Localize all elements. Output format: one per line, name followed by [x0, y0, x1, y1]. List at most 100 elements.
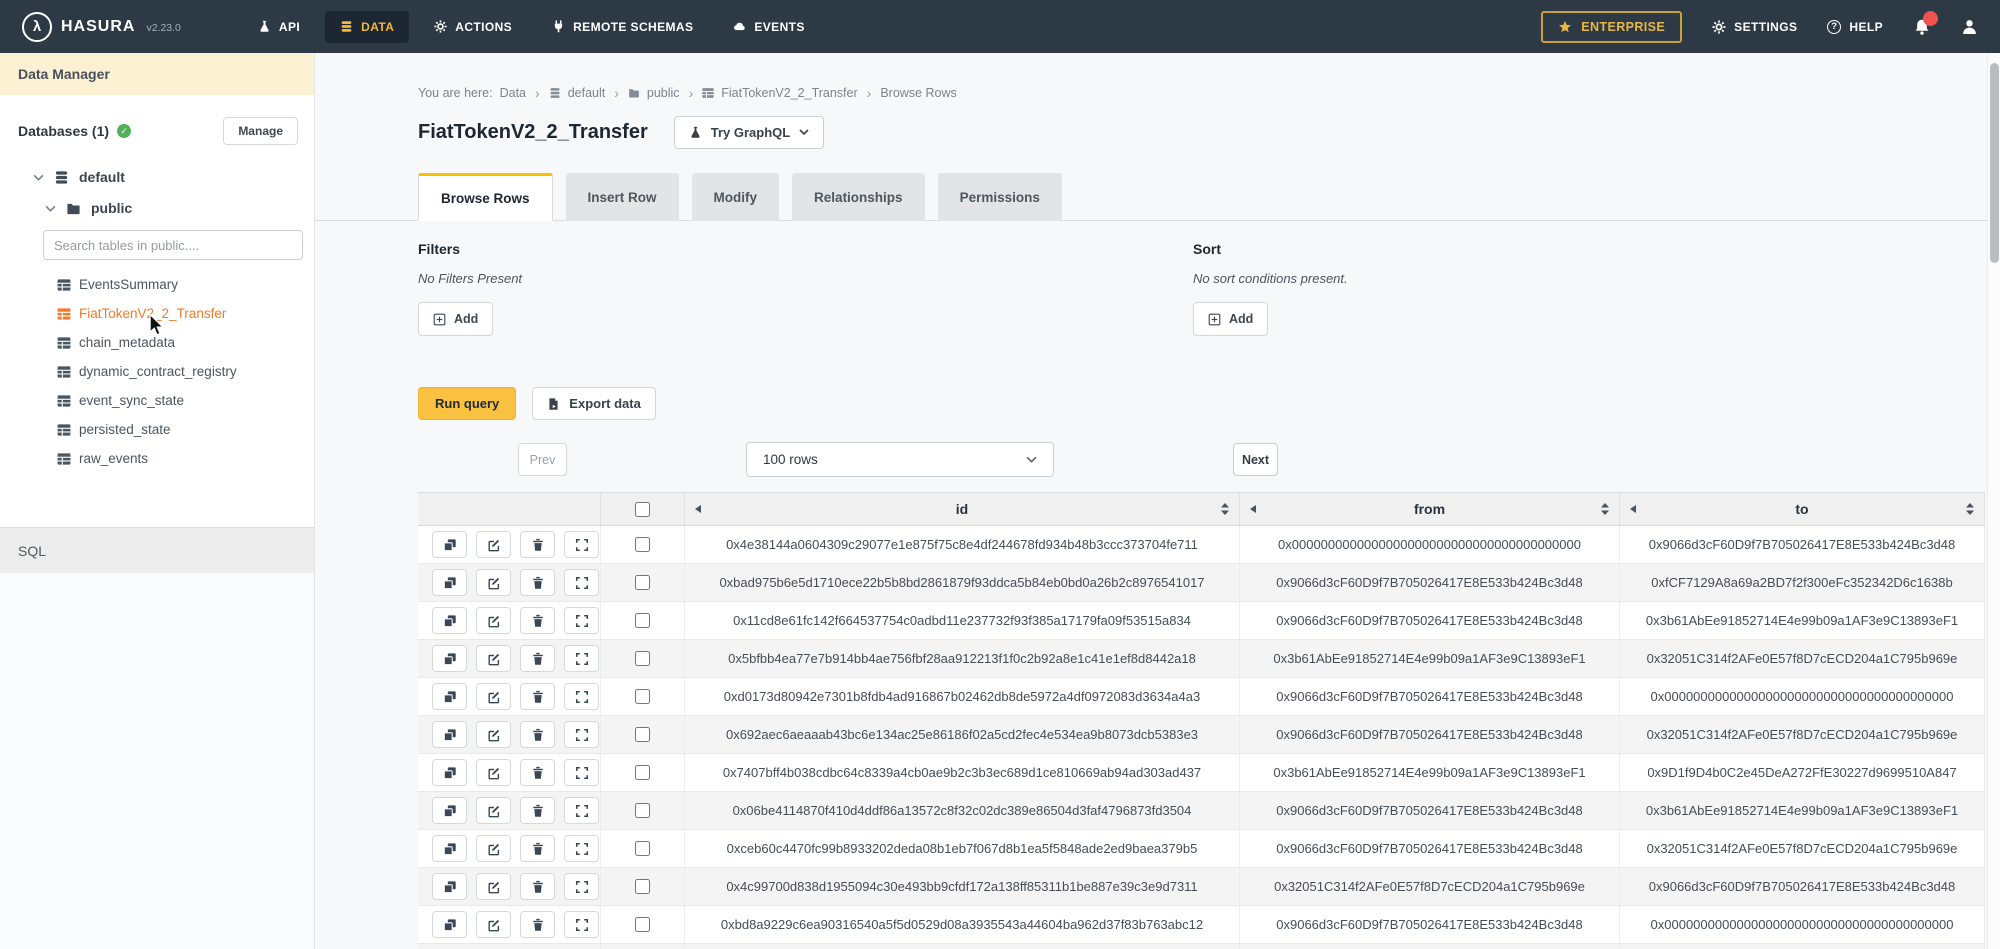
edit-row-button[interactable]	[476, 683, 511, 710]
vertical-scrollbar-thumb[interactable]	[1990, 63, 1999, 263]
expand-row-button[interactable]	[564, 569, 599, 596]
sidebar-sql-section[interactable]: SQL	[0, 527, 314, 573]
delete-row-button[interactable]	[520, 873, 555, 900]
nav-item-remote-schemas[interactable]: REMOTE SCHEMAS	[537, 11, 708, 43]
clone-row-button[interactable]	[432, 873, 467, 900]
sidebar-table-item[interactable]: dynamic_contract_registry	[0, 357, 314, 386]
chevron-down-icon[interactable]	[45, 205, 56, 212]
edit-row-button[interactable]	[476, 607, 511, 634]
notifications-button[interactable]	[1913, 18, 1931, 36]
clone-row-button[interactable]	[432, 759, 467, 786]
sidebar-table-item[interactable]: persisted_state	[0, 415, 314, 444]
delete-row-button[interactable]	[520, 797, 555, 824]
nav-item-events[interactable]: EVENTS	[718, 11, 819, 43]
column-header-to[interactable]: to	[1620, 493, 1985, 525]
manage-button[interactable]: Manage	[223, 117, 298, 145]
clone-row-button[interactable]	[432, 797, 467, 824]
row-checkbox[interactable]	[635, 803, 650, 818]
tab[interactable]: Relationships	[792, 173, 925, 221]
export-data-button[interactable]: Export data	[532, 387, 656, 420]
row-checkbox[interactable]	[635, 917, 650, 932]
nav-item-actions[interactable]: ACTIONS	[419, 11, 527, 43]
row-checkbox[interactable]	[635, 879, 650, 894]
user-icon[interactable]	[1961, 18, 1978, 35]
tab[interactable]: Modify	[692, 173, 780, 221]
row-checkbox[interactable]	[635, 575, 650, 590]
expand-row-button[interactable]	[564, 721, 599, 748]
expand-row-button[interactable]	[564, 645, 599, 672]
vertical-scrollbar-track[interactable]	[1987, 53, 2000, 949]
column-header-id[interactable]: id	[685, 493, 1240, 525]
help-button[interactable]: ? HELP	[1827, 20, 1883, 34]
row-checkbox[interactable]	[635, 841, 650, 856]
edit-row-button[interactable]	[476, 569, 511, 596]
sort-toggle-icon[interactable]	[1966, 503, 1974, 515]
row-checkbox[interactable]	[635, 765, 650, 780]
edit-row-button[interactable]	[476, 721, 511, 748]
row-checkbox[interactable]	[635, 689, 650, 704]
delete-row-button[interactable]	[520, 569, 555, 596]
run-query-button[interactable]: Run query	[418, 387, 516, 420]
expand-row-button[interactable]	[564, 835, 599, 862]
clone-row-button[interactable]	[432, 911, 467, 938]
hasura-logo[interactable]: λ HASURA v2.23.0	[22, 12, 181, 42]
delete-row-button[interactable]	[520, 531, 555, 558]
expand-row-button[interactable]	[564, 759, 599, 786]
delete-row-button[interactable]	[520, 645, 555, 672]
clone-row-button[interactable]	[432, 683, 467, 710]
enterprise-button[interactable]: ENTERPRISE	[1541, 11, 1682, 43]
sidebar-table-item[interactable]: raw_events	[0, 444, 314, 473]
collapse-column-icon[interactable]	[695, 505, 701, 513]
delete-row-button[interactable]	[520, 759, 555, 786]
chevron-down-icon[interactable]	[33, 174, 44, 181]
clone-row-button[interactable]	[432, 645, 467, 672]
sort-toggle-icon[interactable]	[1221, 503, 1229, 515]
expand-row-button[interactable]	[564, 797, 599, 824]
collapse-column-icon[interactable]	[1250, 505, 1256, 513]
edit-row-button[interactable]	[476, 645, 511, 672]
page-size-select[interactable]: 100 rows	[746, 442, 1054, 477]
edit-row-button[interactable]	[476, 531, 511, 558]
tree-item-database-default[interactable]: default	[33, 169, 314, 185]
edit-row-button[interactable]	[476, 911, 511, 938]
column-header-from[interactable]: from	[1240, 493, 1620, 525]
delete-row-button[interactable]	[520, 835, 555, 862]
nav-item-data[interactable]: DATA	[325, 11, 409, 43]
delete-row-button[interactable]	[520, 721, 555, 748]
delete-row-button[interactable]	[520, 911, 555, 938]
edit-row-button[interactable]	[476, 797, 511, 824]
delete-row-button[interactable]	[520, 683, 555, 710]
breadcrumb-schema[interactable]: public	[647, 86, 680, 100]
row-checkbox[interactable]	[635, 537, 650, 552]
add-filter-button[interactable]: Add	[418, 302, 493, 336]
tab[interactable]: Permissions	[938, 173, 1062, 221]
row-checkbox[interactable]	[635, 727, 650, 742]
settings-button[interactable]: SETTINGS	[1712, 20, 1797, 34]
breadcrumb-data[interactable]: Data	[500, 86, 526, 100]
sidebar-table-item[interactable]: EventsSummary	[0, 270, 314, 299]
edit-row-button[interactable]	[476, 873, 511, 900]
tree-item-schema-public[interactable]: public	[45, 200, 314, 216]
prev-page-button[interactable]: Prev	[518, 443, 567, 476]
nav-item-api[interactable]: API	[243, 11, 315, 43]
clone-row-button[interactable]	[432, 569, 467, 596]
clone-row-button[interactable]	[432, 607, 467, 634]
expand-row-button[interactable]	[564, 531, 599, 558]
tab[interactable]: Browse Rows	[418, 173, 553, 221]
sidebar-table-item[interactable]: event_sync_state	[0, 386, 314, 415]
breadcrumb-table[interactable]: FiatTokenV2_2_Transfer	[721, 86, 857, 100]
collapse-column-icon[interactable]	[1630, 505, 1636, 513]
expand-row-button[interactable]	[564, 873, 599, 900]
next-page-button[interactable]: Next	[1233, 443, 1278, 476]
expand-row-button[interactable]	[564, 683, 599, 710]
clone-row-button[interactable]	[432, 835, 467, 862]
sort-toggle-icon[interactable]	[1601, 503, 1609, 515]
clone-row-button[interactable]	[432, 721, 467, 748]
expand-row-button[interactable]	[564, 911, 599, 938]
table-search-input[interactable]	[43, 230, 303, 260]
select-all-checkbox[interactable]	[635, 502, 650, 517]
try-graphql-button[interactable]: Try GraphQL	[674, 116, 824, 149]
clone-row-button[interactable]	[432, 531, 467, 558]
row-checkbox[interactable]	[635, 613, 650, 628]
expand-row-button[interactable]	[564, 607, 599, 634]
